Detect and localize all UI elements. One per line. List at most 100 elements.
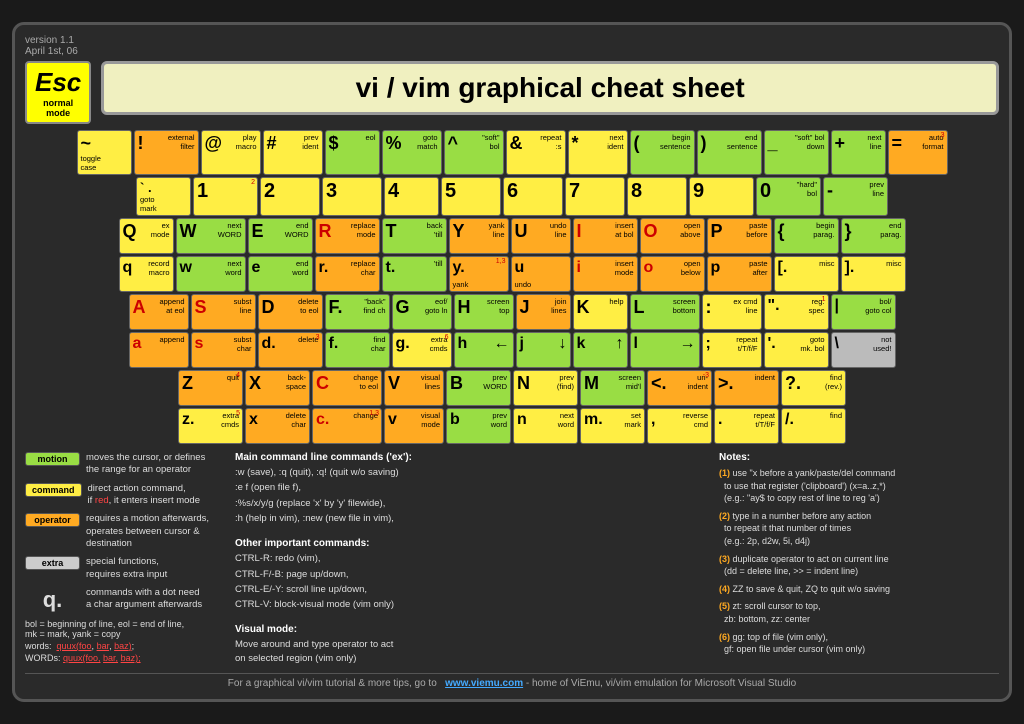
key-percent[interactable]: % gotomatch <box>382 130 442 175</box>
key-r[interactable]: r. replacechar <box>315 256 380 292</box>
key-K[interactable]: K help <box>573 294 628 330</box>
key-1[interactable]: 2 1 <box>193 177 258 216</box>
key-z[interactable]: 5 z. extracmds <box>178 408 243 444</box>
key-equals[interactable]: 3 = autoformat <box>888 130 948 175</box>
key-a[interactable]: a append <box>129 332 189 368</box>
key-lt[interactable]: -3 <. un-indent <box>647 370 712 406</box>
key-5[interactable]: 5 <box>441 177 501 216</box>
motion-badge: motion <box>25 452 80 466</box>
key-e[interactable]: e endword <box>248 256 313 292</box>
key-v[interactable]: v visualmode <box>384 408 444 444</box>
key-W[interactable]: W nextWORD <box>176 218 246 254</box>
key-apos[interactable]: '. gotomk. bol <box>764 332 829 368</box>
key-h[interactable]: h ← <box>454 332 514 368</box>
key-9[interactable]: 9 <box>689 177 754 216</box>
key-0[interactable]: 0 "hard"bol <box>756 177 821 216</box>
key-exclaim[interactable]: ! externalfilter <box>134 130 199 175</box>
key-plus[interactable]: + nextline <box>831 130 886 175</box>
key-t[interactable]: t. 'till <box>382 256 447 292</box>
key-8[interactable]: 8 <box>627 177 687 216</box>
key-p[interactable]: p pasteafter <box>707 256 772 292</box>
key-S[interactable]: S substline <box>191 294 256 330</box>
key-Q[interactable]: Q exmode <box>119 218 174 254</box>
key-D[interactable]: D deleteto eol <box>258 294 323 330</box>
key-backtick[interactable]: ` . gotomark <box>136 177 191 216</box>
key-y[interactable]: 1,3 y. yank <box>449 256 509 292</box>
key-B[interactable]: B prevWORD <box>446 370 511 406</box>
key-H[interactable]: H screentop <box>454 294 514 330</box>
key-4[interactable]: 4 <box>384 177 439 216</box>
key-pipe[interactable]: | bol/goto col <box>831 294 896 330</box>
key-i[interactable]: i insertmode <box>573 256 638 292</box>
key-E[interactable]: E endWORD <box>248 218 313 254</box>
key-V[interactable]: V visuallines <box>384 370 444 406</box>
key-3[interactable]: 3 <box>322 177 382 216</box>
key-lbrace[interactable]: { beginparag. <box>774 218 839 254</box>
key-s[interactable]: s substchar <box>191 332 256 368</box>
key-R[interactable]: R replacemode <box>315 218 380 254</box>
key-Z[interactable]: 4 Z quit <box>178 370 243 406</box>
key-caret[interactable]: ^ "soft"bol <box>444 130 504 175</box>
key-g[interactable]: 6 g. extracmds <box>392 332 452 368</box>
key-l[interactable]: l → <box>630 332 700 368</box>
key-2[interactable]: 2 <box>260 177 320 216</box>
key-star[interactable]: * nextident <box>568 130 628 175</box>
key-m[interactable]: m. setmark <box>580 408 645 444</box>
key-k[interactable]: k ↑ <box>573 332 628 368</box>
key-x[interactable]: x deletechar <box>245 408 310 444</box>
key-slash[interactable]: /. find <box>781 408 846 444</box>
key-A[interactable]: A appendat eol <box>129 294 189 330</box>
key-d[interactable]: 3 d. delete <box>258 332 323 368</box>
key-rparen[interactable]: ) endsentence <box>697 130 762 175</box>
key-M[interactable]: M screenmid'l <box>580 370 645 406</box>
key-O[interactable]: O openabove <box>640 218 705 254</box>
key-amp[interactable]: & repeat:s <box>506 130 566 175</box>
key-6[interactable]: 6 <box>503 177 563 216</box>
key-J[interactable]: J joinlines <box>516 294 571 330</box>
key-L[interactable]: L screenbottom <box>630 294 700 330</box>
key-rbracket[interactable]: ]. misc <box>841 256 906 292</box>
key-7[interactable]: 7 <box>565 177 625 216</box>
key-dollar[interactable]: $ eol <box>325 130 380 175</box>
key-c[interactable]: 1,3 c. change <box>312 408 382 444</box>
key-G[interactable]: G eof/goto ln <box>392 294 452 330</box>
key-dquote[interactable]: 1 ". reg.spec <box>764 294 829 330</box>
key-colon[interactable]: : ex cmdline <box>702 294 762 330</box>
key-question[interactable]: ?. find(rev.) <box>781 370 846 406</box>
key-tilde[interactable]: ~ togglecase <box>77 130 132 175</box>
notes-title: Notes: <box>719 452 999 463</box>
key-o[interactable]: o openbelow <box>640 256 705 292</box>
note-1: (1) use "x before a yank/paste/del comma… <box>719 467 999 505</box>
key-backslash[interactable]: \ notused! <box>831 332 896 368</box>
key-comma[interactable]: , reversecmd <box>647 408 712 444</box>
key-T[interactable]: T back'till <box>382 218 447 254</box>
key-C[interactable]: C changeto eol <box>312 370 382 406</box>
footer-url[interactable]: www.viemu.com <box>445 678 523 689</box>
key-N[interactable]: N prev(find) <box>513 370 578 406</box>
key-P[interactable]: P pastebefore <box>707 218 772 254</box>
key-f[interactable]: f. findchar <box>325 332 390 368</box>
key-rbrace[interactable]: } endparag. <box>841 218 906 254</box>
operator-badge: operator <box>25 513 80 527</box>
key-gt[interactable]: >. indent <box>714 370 779 406</box>
key-n[interactable]: n nextword <box>513 408 578 444</box>
key-F[interactable]: F. "back"find ch <box>325 294 390 330</box>
key-q[interactable]: q recordmacro <box>119 256 174 292</box>
key-lparen[interactable]: ( beginsentence <box>630 130 695 175</box>
key-at[interactable]: @ playmacro <box>201 130 261 175</box>
key-U[interactable]: U undoline <box>511 218 571 254</box>
bol-note: bol = beginning of line, eol = end of li… <box>25 619 225 639</box>
key-lbracket[interactable]: [. misc <box>774 256 839 292</box>
key-period[interactable]: . repeatt/T/f/F <box>714 408 779 444</box>
key-semicolon[interactable]: ; repeatt/T/f/F <box>702 332 762 368</box>
key-hash[interactable]: # prevident <box>263 130 323 175</box>
key-Y[interactable]: Y yankline <box>449 218 509 254</box>
key-u[interactable]: u undo <box>511 256 571 292</box>
key-underscore[interactable]: _ "soft" boldown <box>764 130 829 175</box>
key-minus[interactable]: - prevline <box>823 177 888 216</box>
key-X[interactable]: X back-space <box>245 370 310 406</box>
key-I[interactable]: I insertat bol <box>573 218 638 254</box>
key-w[interactable]: w nextword <box>176 256 246 292</box>
key-b[interactable]: b prevword <box>446 408 511 444</box>
key-j[interactable]: j ↓ <box>516 332 571 368</box>
